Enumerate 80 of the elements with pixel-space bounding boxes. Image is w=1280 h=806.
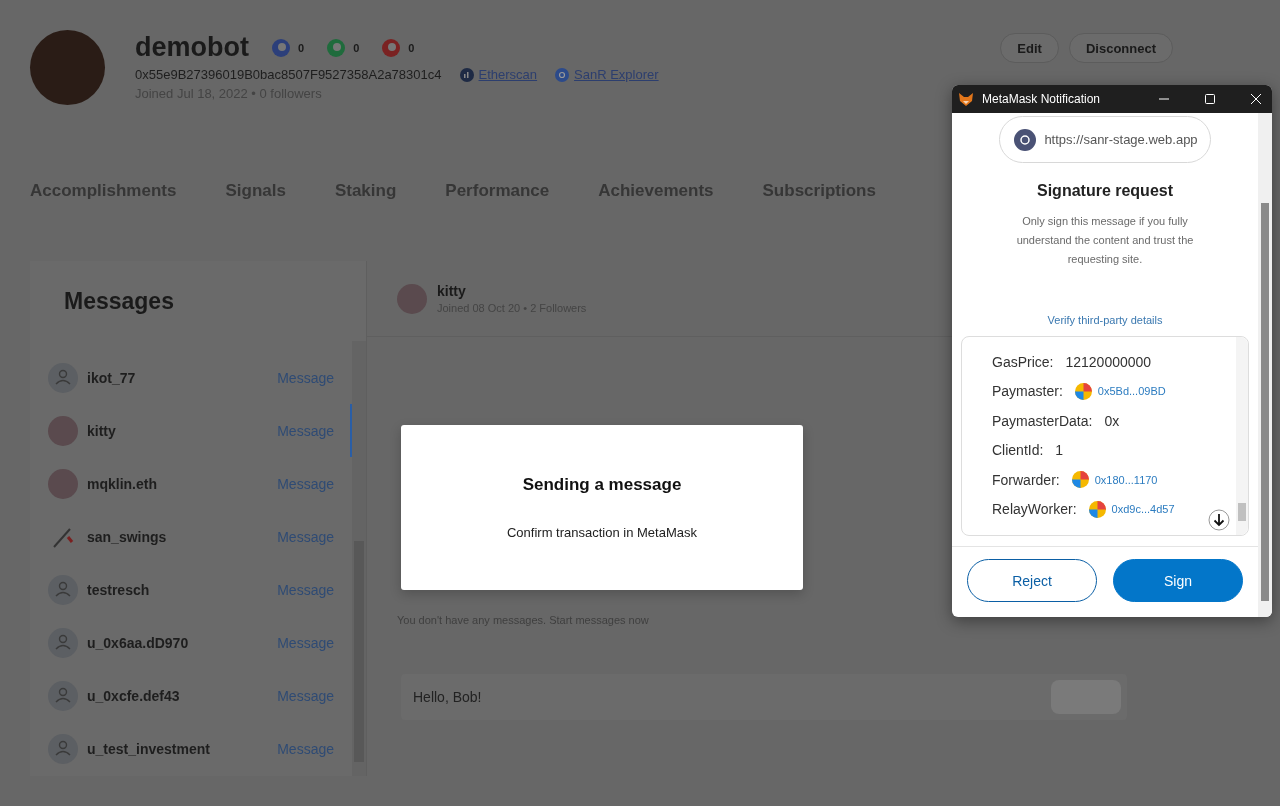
address-link[interactable]: 0x180...1170 <box>1094 473 1158 486</box>
field-label: GasPrice: <box>992 353 1054 370</box>
badge-count: 0 <box>408 41 415 54</box>
contact-item[interactable]: u_0xcfe.def43 Message <box>48 669 352 722</box>
identicon-icon <box>1071 471 1089 489</box>
contact-item[interactable]: ikot_77 Message <box>48 351 352 404</box>
arrow-down-icon[interactable] <box>1208 509 1230 531</box>
message-link[interactable]: Message <box>277 475 334 492</box>
contact-item[interactable]: u_test_investment Message <box>48 722 352 775</box>
header-button[interactable]: Edit <box>1000 33 1059 63</box>
message-link[interactable]: Message <box>277 369 334 386</box>
address-link[interactable]: 0xd9c...4d57 <box>1111 503 1175 516</box>
address-link[interactable]: 0x5Bd...09BD <box>1097 385 1166 398</box>
contact-name: kitty <box>87 422 116 439</box>
signature-title: Signature request <box>1037 182 1173 200</box>
close-icon[interactable] <box>1250 93 1262 105</box>
dialog-button[interactable]: Reject <box>967 559 1097 602</box>
profile-name: demobot <box>135 32 249 63</box>
scrollbar[interactable] <box>1236 337 1248 535</box>
message-link[interactable]: Message <box>277 687 334 704</box>
chart-logo-icon <box>459 67 474 82</box>
scrollbar[interactable] <box>352 341 366 776</box>
user-avatar-icon <box>48 733 78 764</box>
maximize-icon[interactable] <box>1204 93 1216 105</box>
wallet-address: 0x55e9B27396019B0bac8507F9527358A2a78301c4 <box>135 67 442 82</box>
messages-title: Messages <box>64 287 174 315</box>
contact-name: u_0x6aa.dD970 <box>87 634 189 651</box>
contact-name: mqklin.eth <box>87 475 157 492</box>
dialog-button[interactable]: Sign <box>1113 559 1243 602</box>
field-label: RelayWorker: <box>992 501 1077 518</box>
explorer-link[interactable]: Etherscan <box>478 67 538 82</box>
message-link[interactable]: Message <box>277 422 334 439</box>
message-link[interactable]: Message <box>277 528 334 545</box>
scrollbar[interactable] <box>1258 113 1272 617</box>
field-value: 12120000000 <box>1065 353 1152 370</box>
user-avatar-icon <box>48 680 78 711</box>
origin-url: https://sanr-stage.web.app <box>1044 132 1198 147</box>
message-link[interactable]: Message <box>277 740 334 757</box>
contact-item[interactable]: mqklin.eth Message <box>48 457 352 510</box>
contact-item[interactable]: u_0x6aa.dD970 Message <box>48 616 352 669</box>
user-avatar-icon <box>48 627 78 658</box>
field-value: 0x <box>1104 412 1120 429</box>
contact-name: u_test_investment <box>87 740 210 757</box>
contact-item[interactable]: testresch Message <box>48 563 352 616</box>
photo-placeholder <box>48 415 78 446</box>
badge-icon <box>381 37 402 58</box>
field-label: Forwarder: <box>992 471 1060 488</box>
contact-name: san_swings <box>87 528 167 545</box>
user-avatar-icon <box>48 362 78 393</box>
header-button[interactable]: Disconnect <box>1068 33 1173 63</box>
contact-name: ikot_77 <box>87 369 136 386</box>
contact-name: testresch <box>87 581 150 598</box>
badge-icon <box>326 37 347 58</box>
modal-title: Sending a message <box>522 475 682 495</box>
field-label: PaymasterData: <box>992 412 1093 429</box>
explorer-link[interactable]: SanR Explorer <box>574 67 659 82</box>
s-logo-icon <box>555 67 570 82</box>
field-label: Paymaster: <box>992 383 1063 400</box>
signature-description: Only sign this message if you fully understand the content and trust the requesting site. <box>1015 214 1195 267</box>
badge-count: 0 <box>353 41 360 54</box>
user-avatar-icon <box>48 574 78 605</box>
contact-name: u_0xcfe.def43 <box>87 687 180 704</box>
fox-icon <box>958 91 974 107</box>
contact-item[interactable]: san_swings Message <box>48 510 352 563</box>
modal-text: Confirm transaction in MetaMask <box>507 525 697 540</box>
chat-user-name: kitty <box>437 283 467 299</box>
identicon-icon <box>1074 382 1092 400</box>
field-label: ClientId: <box>992 442 1044 459</box>
message-input[interactable]: Hello, Bob! <box>401 674 1127 720</box>
verify-link[interactable]: Verify third-party details <box>1047 314 1163 326</box>
badge-icon <box>271 37 291 58</box>
field-value: 1 <box>1055 442 1064 459</box>
photo-placeholder <box>48 468 78 499</box>
s-logo-icon <box>1014 128 1037 151</box>
photo-placeholder <box>397 283 427 314</box>
message-link[interactable]: Message <box>277 581 334 598</box>
message-link[interactable]: Message <box>277 634 334 651</box>
badge-count: 0 <box>298 41 305 54</box>
window-title: MetaMask Notification <box>982 92 1102 106</box>
identicon-icon <box>1088 500 1106 518</box>
